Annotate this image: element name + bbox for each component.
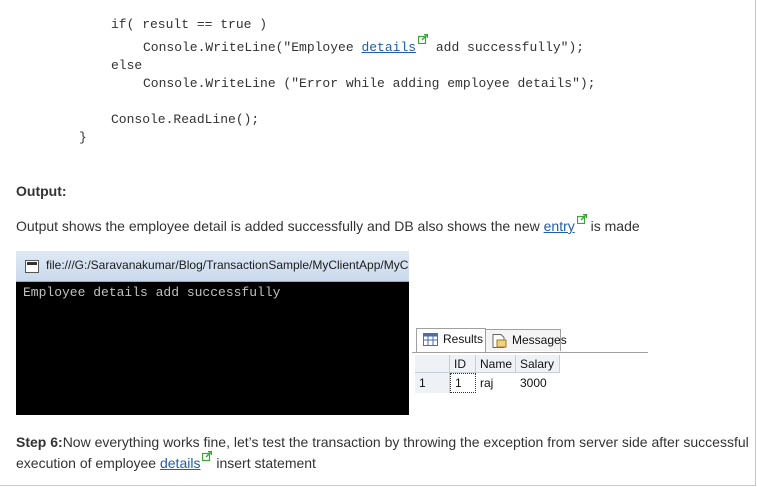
step6-line2: execution of employee details insert sta… [16,451,316,471]
console-title: file:///G:/Saravanakumar/Blog/Transactio… [46,258,409,272]
cell-id[interactable]: 1 [450,373,476,393]
code-line: Console.WriteLine("Employee details add … [143,34,584,57]
tab-messages[interactable]: Messages [485,329,567,351]
external-link-icon [202,451,213,461]
console-window-icon [25,260,39,273]
results-pane: Results Messages ID Name Salary 1 1 raj … [412,327,648,397]
output-heading: Output: [16,183,67,199]
code-line: Console.ReadLine(); [111,112,260,127]
details-link[interactable]: details [361,40,416,55]
cell-name[interactable]: raj [476,373,516,393]
console-window: file:///G:/Saravanakumar/Blog/Transactio… [16,251,409,415]
messages-icon [492,334,507,351]
external-link-icon [418,34,429,44]
code-line: } [79,130,87,145]
cell-salary[interactable]: 3000 [516,373,560,393]
console-output: Employee details add successfully [23,285,281,300]
entry-link[interactable]: entry [544,218,575,234]
grid-corner [415,355,450,373]
output-paragraph: Output shows the employee detail is adde… [16,214,640,234]
console-title-bar: file:///G:/Saravanakumar/Blog/Transactio… [16,251,409,282]
code-line: Console.WriteLine ("Error while adding e… [143,76,596,91]
step6-line1: Step 6:Now everything works fine, let’s … [16,434,749,450]
column-header-name[interactable]: Name [476,355,516,373]
results-tabs: Results Messages [412,327,648,353]
row-number[interactable]: 1 [415,373,450,393]
grid-icon [423,333,438,349]
details-link[interactable]: details [160,455,200,471]
column-header-id[interactable]: ID [450,355,476,373]
step6-label: Step 6: [16,434,63,450]
code-line: else [111,58,143,73]
column-header-salary[interactable]: Salary [516,355,560,373]
external-link-icon [576,214,587,224]
code-line: if( result == true ) [111,17,268,32]
tab-results[interactable]: Results [416,328,486,352]
